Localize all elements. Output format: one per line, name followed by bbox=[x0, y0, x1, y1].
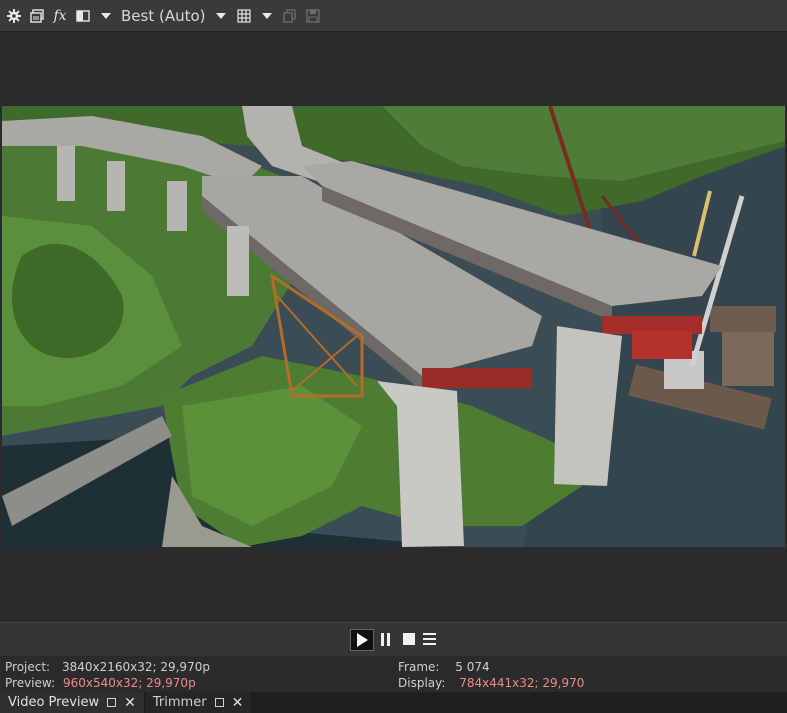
project-value: 3840x2160x32; 29,970p bbox=[61, 660, 210, 674]
preview-toolbar: fx Best (Auto) bbox=[0, 0, 787, 32]
tab-video-preview[interactable]: Video Preview ✕ bbox=[0, 692, 145, 713]
frame-label: Frame: bbox=[398, 660, 440, 674]
close-icon[interactable]: ✕ bbox=[124, 696, 136, 710]
frame-value: 5 074 bbox=[455, 660, 490, 674]
stop-icon[interactable] bbox=[402, 629, 416, 649]
gear-icon[interactable] bbox=[6, 5, 22, 27]
preview-label: Preview: bbox=[5, 676, 56, 690]
tab-trimmer[interactable]: Trimmer ✕ bbox=[144, 692, 253, 713]
copy-frame-icon[interactable] bbox=[29, 5, 45, 27]
bridge-aerial-image bbox=[2, 106, 785, 547]
menu-icon[interactable] bbox=[421, 629, 437, 649]
pause-icon[interactable] bbox=[378, 629, 394, 649]
save-snapshot-icon[interactable] bbox=[305, 5, 321, 27]
video-preview-window: fx Best (Auto) Project: 3840x2160x32; 29… bbox=[0, 0, 787, 713]
copy-snapshot-icon[interactable] bbox=[282, 5, 298, 27]
preview-info-panel: Project: 3840x2160x32; 29,970p Preview: … bbox=[0, 656, 787, 692]
play-icon[interactable] bbox=[350, 629, 374, 651]
split-screen-icon[interactable] bbox=[75, 5, 91, 27]
docked-window-tabs: Video Preview ✕ Trimmer ✕ bbox=[0, 692, 787, 713]
project-label: Project: bbox=[5, 660, 51, 674]
grid-icon[interactable] bbox=[236, 5, 252, 27]
chevron-down-icon[interactable] bbox=[259, 5, 275, 27]
display-value: 784x441x32; 29,970 bbox=[459, 676, 585, 690]
maximize-icon[interactable] bbox=[214, 698, 224, 707]
preview-value: 960x540x32; 29,970p bbox=[62, 676, 196, 690]
close-icon[interactable]: ✕ bbox=[232, 696, 244, 710]
tab-label: Video Preview bbox=[8, 695, 100, 710]
tab-label: Trimmer bbox=[152, 695, 207, 710]
preview-quality-select[interactable]: Best (Auto) bbox=[121, 7, 206, 25]
fx-icon[interactable]: fx bbox=[52, 5, 68, 27]
preview-area[interactable] bbox=[0, 33, 787, 622]
maximize-icon[interactable] bbox=[107, 698, 117, 707]
video-frame bbox=[2, 106, 785, 547]
transport-controls bbox=[0, 622, 787, 656]
chevron-down-icon[interactable] bbox=[98, 5, 114, 27]
chevron-down-icon[interactable] bbox=[213, 5, 229, 27]
display-label: Display: bbox=[398, 676, 446, 690]
